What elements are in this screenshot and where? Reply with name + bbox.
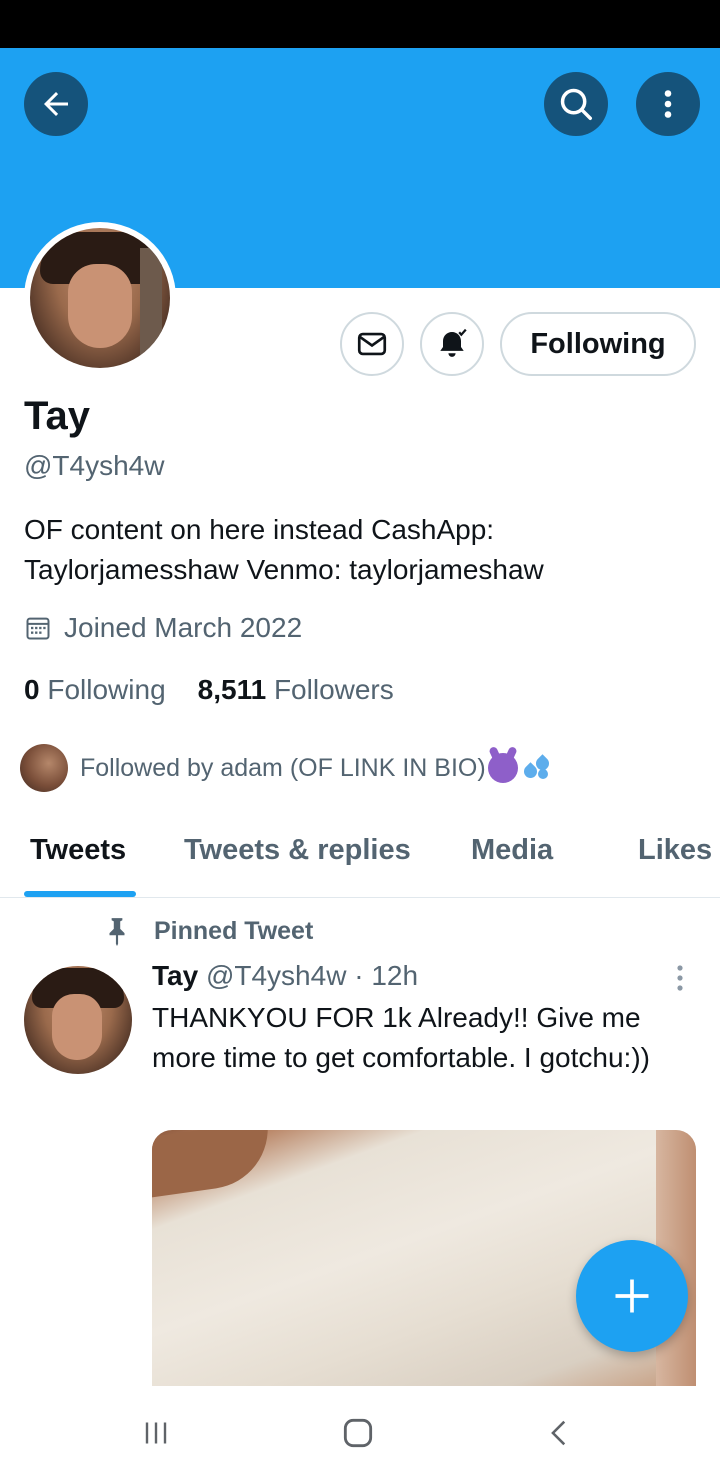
message-button[interactable] xyxy=(340,312,404,376)
profile-handle: @T4ysh4w xyxy=(24,450,165,481)
tweet-separator: · xyxy=(354,960,364,991)
tab-likes[interactable]: Likes xyxy=(638,834,712,867)
back-button[interactable] xyxy=(24,72,88,136)
profile-avatar[interactable] xyxy=(24,222,176,374)
pinned-tweet-text: Pinned Tweet xyxy=(154,916,314,945)
tweet-more-icon[interactable] xyxy=(672,964,688,992)
search-button[interactable] xyxy=(544,72,608,136)
recents-button[interactable] xyxy=(124,1386,188,1480)
search-icon xyxy=(560,88,592,120)
display-name: Tay xyxy=(24,394,90,438)
arrow-left-icon xyxy=(44,92,68,116)
followed-by[interactable]: Followed by adam (OF LINK IN BIO) xyxy=(20,744,552,792)
tweet-author-handle: @T4ysh4w xyxy=(205,960,347,991)
following-button[interactable]: Following xyxy=(500,312,696,376)
avatar-image xyxy=(30,228,170,368)
calendar-icon xyxy=(26,617,50,640)
nav-back-button[interactable] xyxy=(528,1386,592,1480)
pinned-label: Pinned Tweet xyxy=(104,916,313,946)
tweet-time: 12h xyxy=(371,960,419,991)
followers-count: 8,511 xyxy=(197,674,267,705)
tab-tweets-and-replies[interactable]: Tweets & replies xyxy=(184,834,411,867)
profile-tabs: Tweets Tweets & replies Media Likes xyxy=(0,808,720,898)
bell-subscribed-icon xyxy=(440,328,467,357)
recents-icon xyxy=(145,1422,167,1444)
tab-media[interactable]: Media xyxy=(471,834,553,867)
joined-date: Joined March 2022 xyxy=(24,612,302,644)
following-label: Following xyxy=(47,674,166,705)
smiling-devil-emoji-icon xyxy=(487,753,518,783)
nav-back-icon xyxy=(551,1420,566,1446)
mail-icon xyxy=(357,332,387,356)
plus-icon xyxy=(615,1279,649,1313)
following-stat[interactable]: 0 Following xyxy=(24,674,166,706)
tweet-author-name[interactable]: Tay xyxy=(152,960,198,991)
followed-by-text: Followed by adam (OF LINK IN BIO) xyxy=(80,753,486,782)
notifications-button[interactable] xyxy=(420,312,484,376)
joined-text: Joined March 2022 xyxy=(64,612,303,643)
following-count: 0 xyxy=(24,674,40,705)
follower-avatar xyxy=(20,744,68,792)
pin-icon xyxy=(109,918,125,946)
sweat-droplets-emoji-icon xyxy=(520,753,552,783)
home-icon xyxy=(343,1418,373,1448)
followers-stat[interactable]: 8,511 Followers xyxy=(198,674,394,706)
followers-label: Followers xyxy=(273,674,394,705)
tweet-author-avatar[interactable] xyxy=(24,966,132,1074)
system-navigation-bar xyxy=(0,1386,720,1480)
compose-tweet-button[interactable] xyxy=(576,1240,688,1352)
more-options-button[interactable] xyxy=(636,72,700,136)
tweet-header: Tay @T4ysh4w · 12h xyxy=(152,960,418,992)
active-tab-indicator xyxy=(24,891,136,897)
tab-tweets[interactable]: Tweets xyxy=(30,834,126,867)
profile-bio: OF content on here instead CashApp: Tayl… xyxy=(24,514,544,585)
tweet-text: THANKYOU FOR 1k Already!! Give me more t… xyxy=(152,1002,650,1073)
home-button[interactable] xyxy=(326,1386,390,1480)
follow-stats: 0 Following 8,511 Followers xyxy=(24,674,426,706)
status-bar xyxy=(0,0,720,48)
more-vertical-icon xyxy=(664,90,672,118)
